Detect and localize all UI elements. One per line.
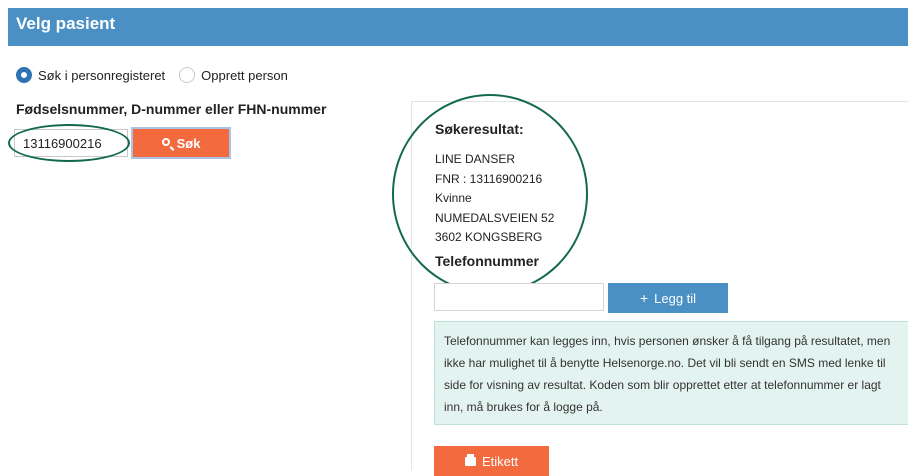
search-button[interactable]: Søk <box>131 127 231 159</box>
result-name: LINE DANSER <box>435 152 516 166</box>
radio-create-person-label: Opprett person <box>201 67 288 83</box>
result-fnr: FNR : 13116900216 <box>435 171 543 186</box>
search-icon <box>161 138 170 146</box>
radio-unselected-icon[interactable] <box>179 67 196 83</box>
radio-search-register-label: Søk i personregisteret <box>38 67 166 83</box>
radio-search-register[interactable]: Søk i personregisteret <box>16 67 165 83</box>
printer-icon <box>464 453 476 466</box>
result-gender: Kvinne <box>435 191 472 205</box>
id-number-input[interactable] <box>14 129 128 157</box>
phone-title: Telefonnummer <box>435 253 539 269</box>
search-button-label: Søk <box>176 135 201 151</box>
phone-input[interactable] <box>434 283 604 311</box>
radio-selected-icon[interactable] <box>16 67 32 83</box>
result-street: NUMEDALSVEIEN 52 <box>435 210 555 225</box>
phone-info-box: Telefonnummer kan legges inn, hvis perso… <box>434 321 908 425</box>
result-postal: 3602 KONGSBERG <box>435 230 543 244</box>
add-phone-button-label: Legg til <box>654 290 697 306</box>
result-title: Søkeresultat: <box>435 121 524 137</box>
page-title: Velg pasient <box>16 14 116 33</box>
result-details: LINE DANSER FNR : 13116900216 Kvinne NUM… <box>435 150 554 248</box>
phone-info-text: Telefonnummer kan legges inn, hvis perso… <box>444 334 891 414</box>
search-mode-group: Søk i personregisteret Opprett person <box>16 64 302 86</box>
add-phone-button[interactable]: + Legg til <box>608 283 728 313</box>
print-label-button-label: Etikett <box>481 453 519 469</box>
id-number-label: Fødselsnummer, D-nummer eller FHN-nummer <box>16 101 327 117</box>
radio-create-person[interactable]: Opprett person <box>179 67 288 83</box>
print-label-button[interactable]: Etikett <box>434 446 549 476</box>
plus-icon: + <box>639 290 649 306</box>
page-header: Velg pasient <box>8 8 908 46</box>
